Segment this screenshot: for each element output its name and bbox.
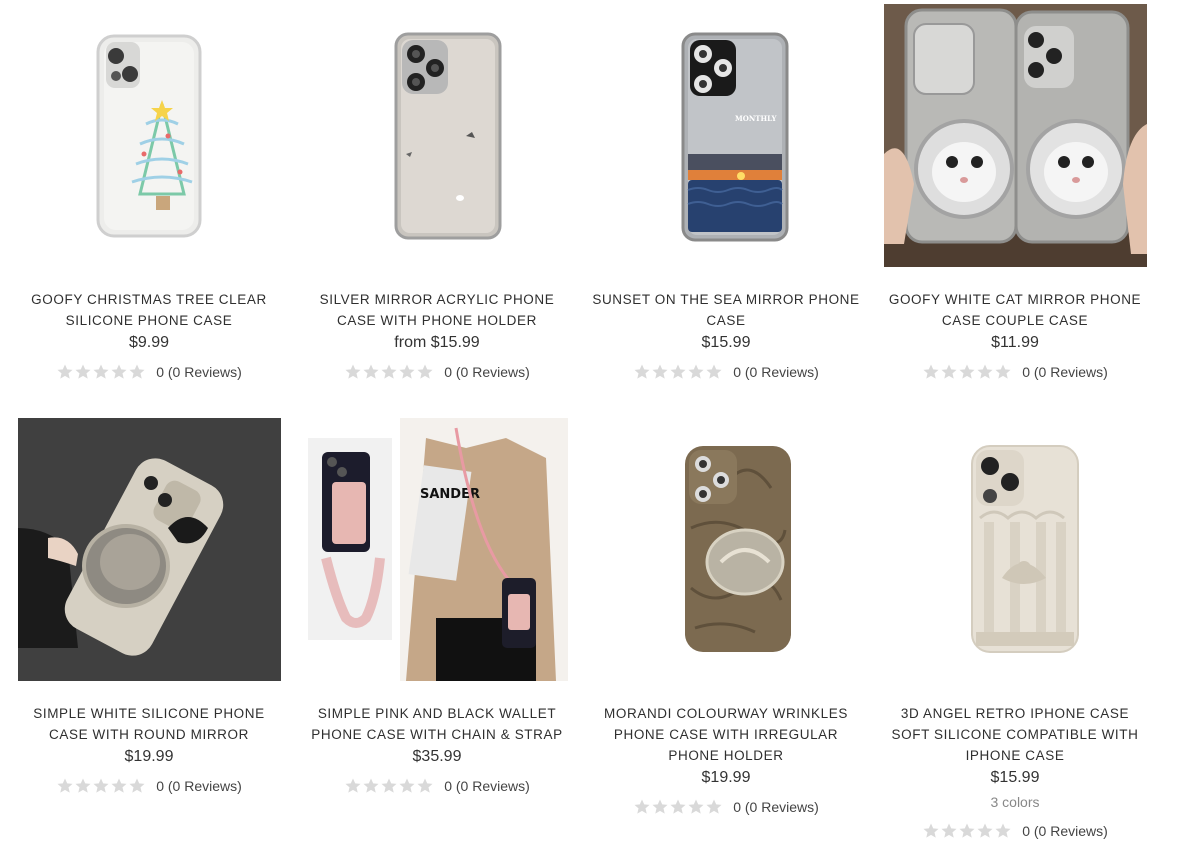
star-icon: [940, 822, 958, 840]
reviews-count[interactable]: 0 (0 Reviews): [1022, 823, 1108, 839]
product-card[interactable]: MORANDI COLOURWAY WRINKLES PHONE CASE WI…: [581, 418, 871, 817]
product-price: $15.99: [990, 769, 1040, 786]
star-icon: [110, 363, 128, 381]
rating: 0 (0 Reviews): [4, 776, 294, 796]
rating-stars: [633, 363, 723, 381]
star-icon: [74, 777, 92, 795]
product-price: $15.99: [701, 334, 751, 351]
star-icon: [344, 777, 362, 795]
product-price: $35.99: [412, 748, 462, 765]
color-count[interactable]: 3 colors: [870, 791, 1160, 813]
star-icon: [344, 363, 362, 381]
star-icon: [633, 798, 651, 816]
star-icon: [110, 777, 128, 795]
product-title[interactable]: SIMPLE WHITE SILICONE PHONE CASE WITH RO…: [14, 703, 284, 745]
star-icon: [362, 363, 380, 381]
rating-stars: [344, 363, 434, 381]
christmas-tree-case-image[interactable]: [17, 4, 281, 267]
product-price: $11.99: [991, 334, 1039, 351]
rating: 0 (0 Reviews): [870, 821, 1160, 841]
pink-wallet-case-image[interactable]: SANDER: [305, 418, 569, 681]
product-price: from $15.99: [394, 334, 480, 351]
reviews-count[interactable]: 0 (0 Reviews): [733, 364, 819, 380]
rating-stars: [56, 363, 146, 381]
reviews-count[interactable]: 0 (0 Reviews): [733, 799, 819, 815]
product-title[interactable]: SILVER MIRROR ACRYLIC PHONE CASE WITH PH…: [302, 289, 572, 331]
star-icon: [651, 363, 669, 381]
product-price: $19.99: [124, 748, 174, 765]
monthly-text: MONTHLY: [735, 114, 778, 123]
product-title[interactable]: GOOFY WHITE CAT MIRROR PHONE CASE COUPLE…: [880, 289, 1150, 331]
rating: 0 (0 Reviews): [4, 362, 294, 382]
star-icon: [380, 363, 398, 381]
rating: 0 (0 Reviews): [870, 362, 1160, 382]
star-icon: [398, 777, 416, 795]
sunset-sea-case-image[interactable]: MONTHLY: [594, 4, 858, 267]
rating: 0 (0 Reviews): [581, 362, 871, 382]
star-icon: [128, 363, 146, 381]
star-icon: [922, 822, 940, 840]
star-icon: [398, 363, 416, 381]
star-icon: [651, 798, 669, 816]
star-icon: [92, 363, 110, 381]
product-card[interactable]: SANDER SIMPLE PINK AND BLACK WALLET PHON…: [292, 418, 582, 796]
star-icon: [958, 363, 976, 381]
rating-stars: [633, 798, 723, 816]
rating-stars: [56, 777, 146, 795]
star-icon: [705, 363, 723, 381]
star-icon: [669, 363, 687, 381]
white-cat-case-image[interactable]: [883, 4, 1147, 267]
reviews-count[interactable]: 0 (0 Reviews): [156, 778, 242, 794]
star-icon: [669, 798, 687, 816]
silver-mirror-case-image[interactable]: [305, 4, 569, 267]
product-card[interactable]: 3D ANGEL RETRO IPHONE CASE SOFT SILICONE…: [870, 418, 1160, 841]
round-mirror-case-image[interactable]: [17, 418, 281, 681]
star-icon: [687, 363, 705, 381]
wrinkle-case-image[interactable]: [594, 418, 858, 681]
product-grid: GOOFY CHRISTMAS TREE CLEAR SILICONE PHON…: [0, 0, 1178, 856]
product-title[interactable]: 3D ANGEL RETRO IPHONE CASE SOFT SILICONE…: [880, 703, 1150, 766]
star-icon: [940, 363, 958, 381]
angel-retro-case-image[interactable]: [883, 418, 1147, 681]
product-card[interactable]: GOOFY CHRISTMAS TREE CLEAR SILICONE PHON…: [4, 4, 294, 382]
star-icon: [976, 822, 994, 840]
rating-stars: [922, 822, 1012, 840]
star-icon: [994, 363, 1012, 381]
star-icon: [56, 777, 74, 795]
product-title[interactable]: SIMPLE PINK AND BLACK WALLET PHONE CASE …: [302, 703, 572, 745]
star-icon: [56, 363, 74, 381]
star-icon: [687, 798, 705, 816]
product-card[interactable]: SILVER MIRROR ACRYLIC PHONE CASE WITH PH…: [292, 4, 582, 382]
rating: 0 (0 Reviews): [292, 362, 582, 382]
rating: 0 (0 Reviews): [581, 797, 871, 817]
rating-stars: [922, 363, 1012, 381]
star-icon: [705, 798, 723, 816]
reviews-count[interactable]: 0 (0 Reviews): [444, 778, 530, 794]
reviews-count[interactable]: 0 (0 Reviews): [1022, 364, 1108, 380]
product-card[interactable]: SIMPLE WHITE SILICONE PHONE CASE WITH RO…: [4, 418, 294, 796]
reviews-count[interactable]: 0 (0 Reviews): [156, 364, 242, 380]
product-card[interactable]: MONTHLY SUNSET ON THE SEA MIRROR PHONE C…: [581, 4, 871, 382]
product-title[interactable]: GOOFY CHRISTMAS TREE CLEAR SILICONE PHON…: [14, 289, 284, 331]
reviews-count[interactable]: 0 (0 Reviews): [444, 364, 530, 380]
product-price: $19.99: [701, 769, 751, 786]
star-icon: [380, 777, 398, 795]
rating-stars: [344, 777, 434, 795]
product-title[interactable]: SUNSET ON THE SEA MIRROR PHONE CASE: [591, 289, 861, 331]
star-icon: [922, 363, 940, 381]
star-icon: [362, 777, 380, 795]
star-icon: [128, 777, 146, 795]
star-icon: [416, 777, 434, 795]
star-icon: [92, 777, 110, 795]
product-title[interactable]: MORANDI COLOURWAY WRINKLES PHONE CASE WI…: [591, 703, 861, 766]
star-icon: [958, 822, 976, 840]
star-icon: [994, 822, 1012, 840]
star-icon: [416, 363, 434, 381]
product-card[interactable]: GOOFY WHITE CAT MIRROR PHONE CASE COUPLE…: [870, 4, 1160, 382]
star-icon: [976, 363, 994, 381]
product-price: $9.99: [128, 334, 170, 351]
star-icon: [633, 363, 651, 381]
rating: 0 (0 Reviews): [292, 776, 582, 796]
star-icon: [74, 363, 92, 381]
